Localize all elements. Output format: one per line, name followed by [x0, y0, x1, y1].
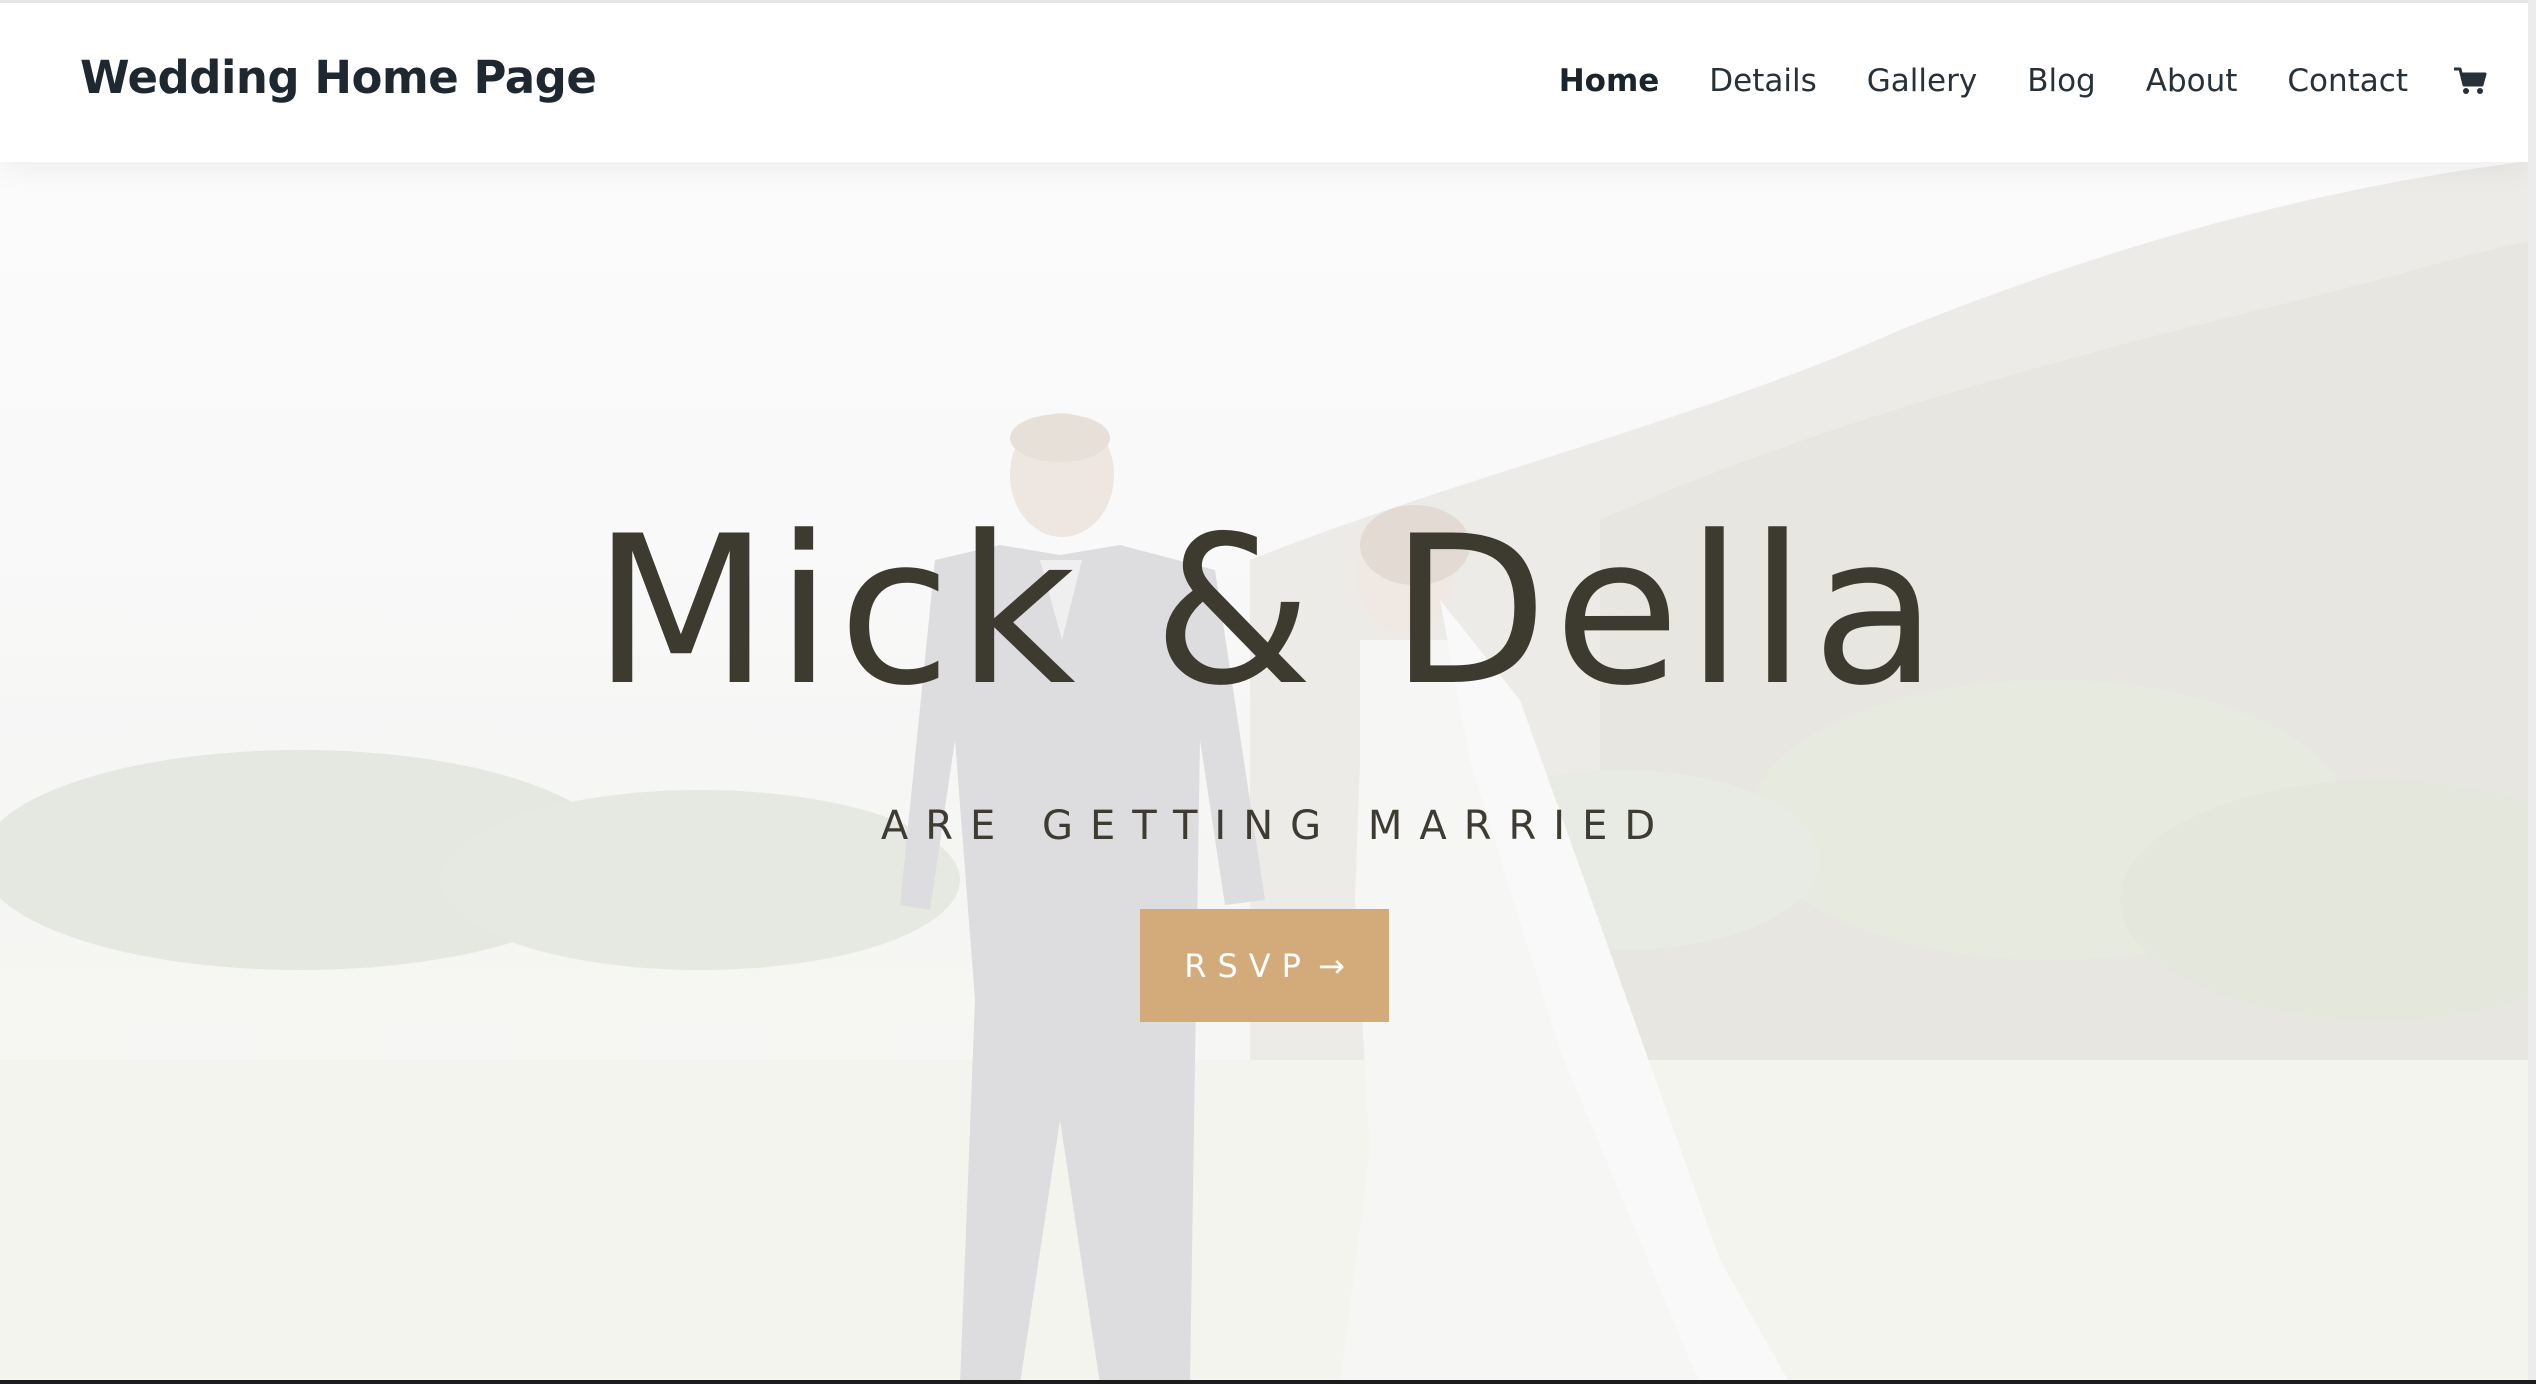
- nav-item-details[interactable]: Details: [1709, 63, 1816, 99]
- site-header: Wedding Home Page Home Details Gallery B…: [0, 0, 2528, 162]
- nav-item-contact[interactable]: Contact: [2287, 63, 2408, 99]
- nav-item-blog[interactable]: Blog: [2027, 63, 2096, 99]
- window-edge: [2528, 0, 2536, 1384]
- hero-headline: Mick & Della: [592, 493, 1944, 731]
- hero-subheadline: ARE GETTING MARRIED: [880, 803, 1673, 849]
- nav-item-home[interactable]: Home: [1559, 63, 1660, 99]
- site-title[interactable]: Wedding Home Page: [80, 51, 597, 104]
- shopping-cart-icon[interactable]: [2452, 64, 2488, 98]
- arrow-right-icon: →: [1317, 946, 1345, 985]
- window-edge-bottom: [0, 1380, 2536, 1384]
- rsvp-button-label: RSVP: [1184, 946, 1312, 985]
- nav-item-gallery[interactable]: Gallery: [1867, 63, 1977, 99]
- rsvp-button[interactable]: RSVP →: [1140, 909, 1389, 1022]
- main-nav: Home Details Gallery Blog About Contact: [1509, 63, 2488, 99]
- page: Wedding Home Page Home Details Gallery B…: [0, 0, 2536, 1384]
- hero-content: Mick & Della ARE GETTING MARRIED RSVP →: [0, 0, 2536, 1384]
- nav-item-about[interactable]: About: [2146, 63, 2238, 99]
